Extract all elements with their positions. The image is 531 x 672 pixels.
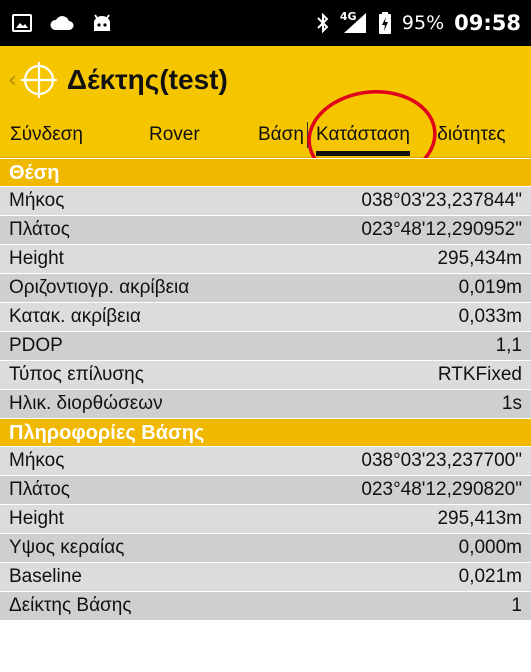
row-label: Πλάτος [9,219,70,240]
image-icon [12,14,32,32]
bluetooth-icon [316,13,330,33]
row-label: Height [9,248,64,269]
table-row: Πλάτος 023°48'12,290820" [0,475,531,504]
row-value: 295,413m [437,508,522,529]
row-value: 0,021m [458,566,522,587]
row-label: Υψος κεραίας [9,537,125,558]
row-label: Baseline [9,566,82,587]
row-value: 1s [501,393,522,414]
status-right-icons: 4G 95% 09:58 [316,10,521,35]
row-value: RTKFixed [437,364,522,385]
battery-charging-icon [378,12,392,34]
table-row: Τύπος επίλυσης RTKFixed [0,360,531,389]
row-value: 0,000m [458,537,522,558]
signal-icon: 4G [339,10,368,34]
battery-percent: 95% [401,12,445,34]
row-value: 023°48'12,290952" [361,219,522,240]
tab-properties[interactable]: Ιδιότητες [432,124,506,146]
table-row: Baseline 0,021m [0,562,531,591]
row-value: 0,033m [458,306,522,327]
section-header-base-info: Πληροφορίες Βάσης [0,418,531,446]
tab-status[interactable]: Κατάσταση [316,124,410,156]
table-row: Πλάτος 023°48'12,290952" [0,215,531,244]
row-label: Δείκτης Βάσης [9,595,132,616]
row-value: 023°48'12,290820" [361,479,522,500]
row-label: Height [9,508,64,529]
table-row: Υψος κεραίας 0,000m [0,533,531,562]
row-value: 1,1 [495,335,522,356]
tab-divider [307,122,308,148]
row-value: 038°03'23,237700" [361,450,522,471]
tab-base[interactable]: Βάση [258,124,304,146]
status-left-icons [12,14,112,32]
section-header-position: Θέση [0,158,531,186]
clock-time: 09:58 [454,11,521,35]
row-label: Μήκος [9,450,65,471]
row-value: 038°03'23,237844" [361,190,522,211]
back-chevron-icon[interactable]: ‹ [8,68,17,93]
row-label: Πλάτος [9,479,70,500]
cloud-icon [50,15,74,31]
row-value: 0,019m [458,277,522,298]
table-row: PDOP 1,1 [0,331,531,360]
row-label: Τύπος επίλυσης [9,364,144,385]
row-label: Ηλικ. διορθώσεων [9,393,163,414]
table-row: Κατακ. ακρίβεια 0,033m [0,302,531,331]
row-label: Μήκος [9,190,65,211]
table-row: Μήκος 038°03'23,237844" [0,186,531,215]
page-title: Δέκτης(test) [66,64,228,95]
table-row: Ηλικ. διορθώσεων 1s [0,389,531,418]
table-row: Οριζοντιογρ. ακρίβεια 0,019m [0,273,531,302]
tab-rover[interactable]: Rover [149,124,200,146]
tab-connection[interactable]: Σύνδεση [10,124,83,146]
row-label: PDOP [9,335,63,356]
row-value: 295,434m [437,248,522,269]
table-row: Δείκτης Βάσης 1 [0,591,531,620]
android-icon [92,14,112,32]
network-type-label: 4G [339,10,357,23]
table-row: Μήκος 038°03'23,237700" [0,446,531,475]
row-label: Κατακ. ακρίβεια [9,306,141,327]
row-value: 1 [511,595,522,616]
app-bar: ‹ Δέκτης(test) [0,46,531,114]
table-row: Height 295,434m [0,244,531,273]
table-row: Height 295,413m [0,504,531,533]
tab-bar: Σύνδεση Rover Βάση Κατάσταση Ιδιότητες [0,114,531,158]
row-label: Οριζοντιογρ. ακρίβεια [9,277,190,298]
status-bar: 4G 95% 09:58 [0,0,531,46]
crosshair-target-icon[interactable] [19,60,59,100]
